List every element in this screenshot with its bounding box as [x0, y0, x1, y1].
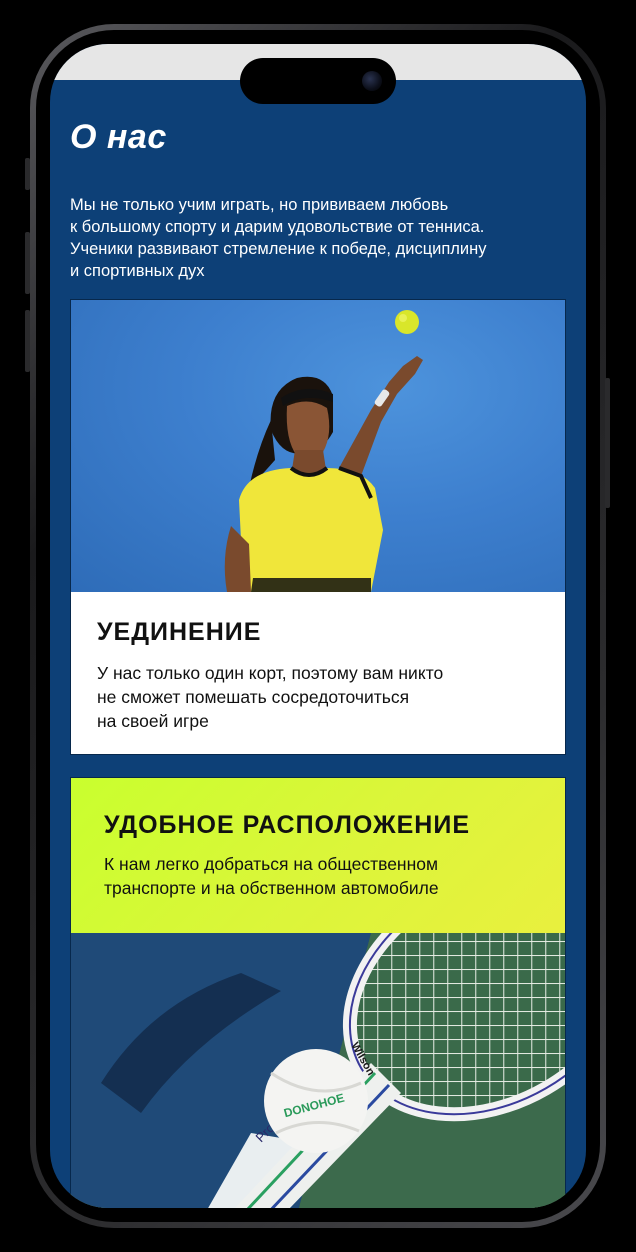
screen: О нас Мы не только учим играть, но приви…: [50, 44, 586, 1208]
feature-card-privacy: УЕДИНЕНИЕ У нас только один корт, поэтом…: [70, 299, 566, 755]
power-button: [605, 378, 610, 508]
intro-text: Мы не только учим играть, но прививаем л…: [70, 196, 487, 280]
feature-card-text: У нас только один корт, поэтому вам никт…: [97, 663, 444, 731]
feature-card-location-header: УДОБНОЕ РАСПОЛОЖЕНИЕ К нам легко добрать…: [71, 778, 565, 933]
camera-icon: [362, 71, 382, 91]
dynamic-island: [240, 58, 396, 104]
racket-illustration: Pro Avenger 93 Wilson DONOHOE: [71, 933, 565, 1208]
feature-card-privacy-body: УЕДИНЕНИЕ У нас только один корт, поэтом…: [97, 618, 545, 733]
page-title: О нас: [70, 118, 167, 156]
tennis-player-photo: [71, 300, 565, 592]
racket-and-ball-photo: Pro Avenger 93 Wilson DONOHOE: [71, 933, 565, 1208]
feature-card-text: К нам легко добраться на общественном тр…: [104, 854, 439, 898]
feature-card-location: УДОБНОЕ РАСПОЛОЖЕНИЕ К нам легко добрать…: [70, 777, 566, 1208]
volume-down-button: [25, 310, 30, 372]
tennis-ball-icon: [395, 310, 419, 334]
tennis-player-illustration: [224, 310, 423, 592]
feature-card-title: УДОБНОЕ РАСПОЛОЖЕНИЕ: [104, 811, 471, 839]
action-button: [25, 158, 30, 190]
volume-up-button: [25, 232, 30, 294]
feature-card-title: УЕДИНЕНИЕ: [97, 618, 262, 646]
feature-card-location-body: УДОБНОЕ РАСПОЛОЖЕНИЕ К нам легко добрать…: [104, 811, 545, 900]
